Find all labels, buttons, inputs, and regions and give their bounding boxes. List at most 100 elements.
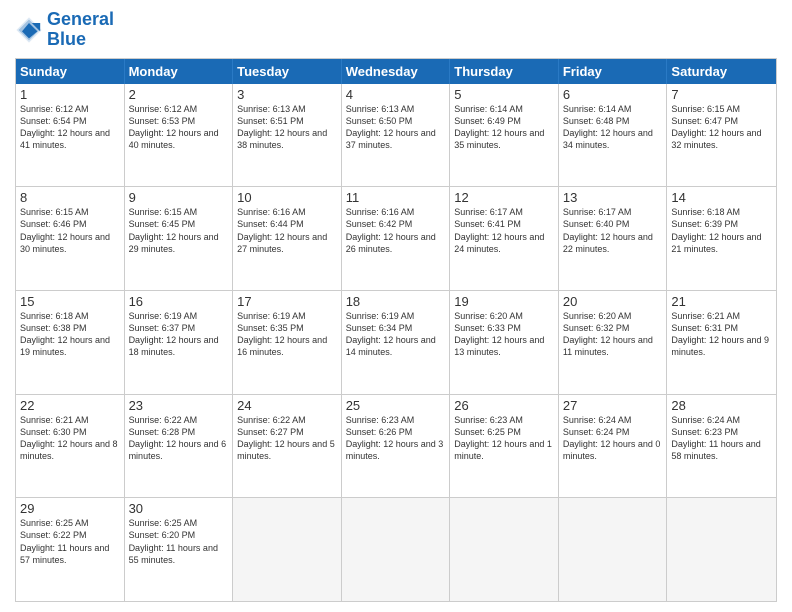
sunrise-label: Sunrise: 6:15 AM (671, 104, 740, 114)
daylight-label: Daylight: 12 hours and 19 minutes. (20, 335, 110, 357)
sunrise-label: Sunrise: 6:21 AM (20, 415, 89, 425)
sunrise-label: Sunrise: 6:13 AM (346, 104, 415, 114)
sunset-label: Sunset: 6:41 PM (454, 219, 521, 229)
daylight-label: Daylight: 12 hours and 3 minutes. (346, 439, 444, 461)
daylight-label: Daylight: 12 hours and 41 minutes. (20, 128, 110, 150)
page: General Blue SundayMondayTuesdayWednesda… (0, 0, 792, 612)
day-header-monday: Monday (125, 59, 234, 84)
cell-info: Sunrise: 6:15 AM Sunset: 6:45 PM Dayligh… (129, 206, 229, 255)
sunset-label: Sunset: 6:51 PM (237, 116, 304, 126)
daylight-label: Daylight: 12 hours and 29 minutes. (129, 232, 219, 254)
cell-info: Sunrise: 6:21 AM Sunset: 6:31 PM Dayligh… (671, 310, 772, 359)
day-cell-19: 19 Sunrise: 6:20 AM Sunset: 6:33 PM Dayl… (450, 291, 559, 394)
day-cell-30: 30 Sunrise: 6:25 AM Sunset: 6:20 PM Dayl… (125, 498, 234, 601)
cell-info: Sunrise: 6:25 AM Sunset: 6:22 PM Dayligh… (20, 517, 120, 566)
daylight-label: Daylight: 12 hours and 24 minutes. (454, 232, 544, 254)
day-cell-6: 6 Sunrise: 6:14 AM Sunset: 6:48 PM Dayli… (559, 84, 668, 187)
day-number: 8 (20, 190, 120, 205)
cell-info: Sunrise: 6:15 AM Sunset: 6:47 PM Dayligh… (671, 103, 772, 152)
week-row-3: 15 Sunrise: 6:18 AM Sunset: 6:38 PM Dayl… (16, 291, 776, 395)
cell-info: Sunrise: 6:19 AM Sunset: 6:37 PM Dayligh… (129, 310, 229, 359)
day-cell-14: 14 Sunrise: 6:18 AM Sunset: 6:39 PM Dayl… (667, 187, 776, 290)
day-cell-8: 8 Sunrise: 6:15 AM Sunset: 6:46 PM Dayli… (16, 187, 125, 290)
daylight-label: Daylight: 12 hours and 8 minutes. (20, 439, 118, 461)
sunrise-label: Sunrise: 6:23 AM (454, 415, 523, 425)
cell-info: Sunrise: 6:18 AM Sunset: 6:38 PM Dayligh… (20, 310, 120, 359)
cell-info: Sunrise: 6:23 AM Sunset: 6:25 PM Dayligh… (454, 414, 554, 463)
cell-info: Sunrise: 6:17 AM Sunset: 6:40 PM Dayligh… (563, 206, 663, 255)
sunset-label: Sunset: 6:53 PM (129, 116, 196, 126)
day-cell-16: 16 Sunrise: 6:19 AM Sunset: 6:37 PM Dayl… (125, 291, 234, 394)
cell-info: Sunrise: 6:22 AM Sunset: 6:27 PM Dayligh… (237, 414, 337, 463)
day-cell-28: 28 Sunrise: 6:24 AM Sunset: 6:23 PM Dayl… (667, 395, 776, 498)
day-number: 27 (563, 398, 663, 413)
daylight-label: Daylight: 12 hours and 1 minute. (454, 439, 552, 461)
day-number: 6 (563, 87, 663, 102)
cell-info: Sunrise: 6:16 AM Sunset: 6:44 PM Dayligh… (237, 206, 337, 255)
calendar-body: 1 Sunrise: 6:12 AM Sunset: 6:54 PM Dayli… (16, 84, 776, 601)
empty-cell (233, 498, 342, 601)
day-number: 22 (20, 398, 120, 413)
cell-info: Sunrise: 6:20 AM Sunset: 6:32 PM Dayligh… (563, 310, 663, 359)
day-cell-2: 2 Sunrise: 6:12 AM Sunset: 6:53 PM Dayli… (125, 84, 234, 187)
sunrise-label: Sunrise: 6:17 AM (563, 207, 632, 217)
sunrise-label: Sunrise: 6:15 AM (129, 207, 198, 217)
cell-info: Sunrise: 6:20 AM Sunset: 6:33 PM Dayligh… (454, 310, 554, 359)
day-cell-4: 4 Sunrise: 6:13 AM Sunset: 6:50 PM Dayli… (342, 84, 451, 187)
sunrise-label: Sunrise: 6:20 AM (454, 311, 523, 321)
day-number: 23 (129, 398, 229, 413)
daylight-label: Daylight: 12 hours and 5 minutes. (237, 439, 335, 461)
cell-info: Sunrise: 6:19 AM Sunset: 6:34 PM Dayligh… (346, 310, 446, 359)
sunrise-label: Sunrise: 6:24 AM (563, 415, 632, 425)
cell-info: Sunrise: 6:14 AM Sunset: 6:49 PM Dayligh… (454, 103, 554, 152)
sunset-label: Sunset: 6:25 PM (454, 427, 521, 437)
day-number: 7 (671, 87, 772, 102)
sunset-label: Sunset: 6:44 PM (237, 219, 304, 229)
day-cell-3: 3 Sunrise: 6:13 AM Sunset: 6:51 PM Dayli… (233, 84, 342, 187)
cell-info: Sunrise: 6:18 AM Sunset: 6:39 PM Dayligh… (671, 206, 772, 255)
day-cell-13: 13 Sunrise: 6:17 AM Sunset: 6:40 PM Dayl… (559, 187, 668, 290)
daylight-label: Daylight: 11 hours and 58 minutes. (671, 439, 760, 461)
sunrise-label: Sunrise: 6:12 AM (20, 104, 89, 114)
sunset-label: Sunset: 6:33 PM (454, 323, 521, 333)
sunset-label: Sunset: 6:30 PM (20, 427, 87, 437)
day-number: 17 (237, 294, 337, 309)
sunset-label: Sunset: 6:26 PM (346, 427, 413, 437)
daylight-label: Daylight: 12 hours and 38 minutes. (237, 128, 327, 150)
sunrise-label: Sunrise: 6:12 AM (129, 104, 198, 114)
cell-info: Sunrise: 6:22 AM Sunset: 6:28 PM Dayligh… (129, 414, 229, 463)
week-row-1: 1 Sunrise: 6:12 AM Sunset: 6:54 PM Dayli… (16, 84, 776, 188)
sunrise-label: Sunrise: 6:19 AM (129, 311, 198, 321)
day-cell-23: 23 Sunrise: 6:22 AM Sunset: 6:28 PM Dayl… (125, 395, 234, 498)
sunset-label: Sunset: 6:32 PM (563, 323, 630, 333)
daylight-label: Daylight: 11 hours and 55 minutes. (129, 543, 218, 565)
day-number: 11 (346, 190, 446, 205)
day-cell-18: 18 Sunrise: 6:19 AM Sunset: 6:34 PM Dayl… (342, 291, 451, 394)
day-number: 2 (129, 87, 229, 102)
day-cell-1: 1 Sunrise: 6:12 AM Sunset: 6:54 PM Dayli… (16, 84, 125, 187)
sunset-label: Sunset: 6:27 PM (237, 427, 304, 437)
week-row-2: 8 Sunrise: 6:15 AM Sunset: 6:46 PM Dayli… (16, 187, 776, 291)
day-number: 24 (237, 398, 337, 413)
day-header-saturday: Saturday (667, 59, 776, 84)
sunrise-label: Sunrise: 6:18 AM (20, 311, 89, 321)
day-cell-27: 27 Sunrise: 6:24 AM Sunset: 6:24 PM Dayl… (559, 395, 668, 498)
sunset-label: Sunset: 6:45 PM (129, 219, 196, 229)
sunset-label: Sunset: 6:20 PM (129, 530, 196, 540)
cell-info: Sunrise: 6:23 AM Sunset: 6:26 PM Dayligh… (346, 414, 446, 463)
sunrise-label: Sunrise: 6:16 AM (346, 207, 415, 217)
day-cell-17: 17 Sunrise: 6:19 AM Sunset: 6:35 PM Dayl… (233, 291, 342, 394)
day-number: 28 (671, 398, 772, 413)
sunrise-label: Sunrise: 6:17 AM (454, 207, 523, 217)
daylight-label: Daylight: 12 hours and 21 minutes. (671, 232, 761, 254)
day-header-sunday: Sunday (16, 59, 125, 84)
sunset-label: Sunset: 6:50 PM (346, 116, 413, 126)
daylight-label: Daylight: 12 hours and 16 minutes. (237, 335, 327, 357)
cell-info: Sunrise: 6:24 AM Sunset: 6:23 PM Dayligh… (671, 414, 772, 463)
day-number: 18 (346, 294, 446, 309)
daylight-label: Daylight: 12 hours and 30 minutes. (20, 232, 110, 254)
cell-info: Sunrise: 6:19 AM Sunset: 6:35 PM Dayligh… (237, 310, 337, 359)
day-number: 3 (237, 87, 337, 102)
empty-cell (667, 498, 776, 601)
day-number: 20 (563, 294, 663, 309)
